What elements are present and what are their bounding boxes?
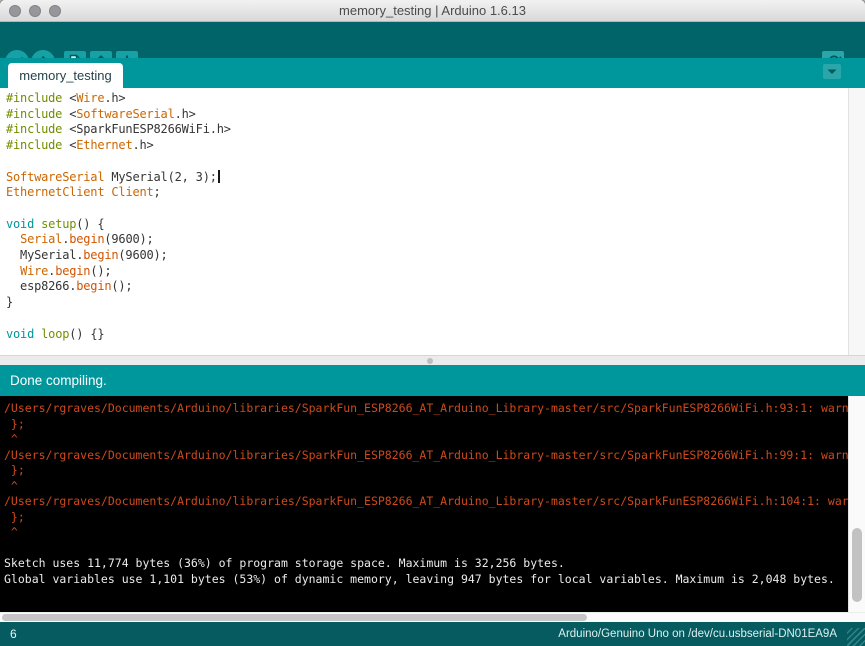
code-line[interactable]: esp8266.begin();: [6, 279, 848, 295]
cursor-line-number: 6: [10, 622, 17, 646]
splitter-handle-icon: [427, 358, 433, 364]
toolbar: [0, 22, 865, 58]
console-output-line: Sketch uses 11,774 bytes (36%) of progra…: [4, 556, 848, 572]
code-line[interactable]: void loop() {}: [6, 327, 848, 343]
code-line[interactable]: #include <Ethernet.h>: [6, 138, 848, 154]
chevron-down-icon: [823, 64, 841, 79]
console-blank-line: [4, 541, 848, 557]
console-warning-line: };: [4, 510, 848, 526]
tab-menu-button[interactable]: [823, 64, 841, 79]
console-warning-line: };: [4, 463, 848, 479]
compile-status-text: Done compiling.: [10, 373, 107, 388]
code-line[interactable]: #include <Wire.h>: [6, 91, 848, 107]
code-line[interactable]: MySerial.begin(9600);: [6, 248, 848, 264]
console-warning-line: ^: [4, 479, 848, 495]
window-title: memory_testing | Arduino 1.6.13: [0, 0, 865, 22]
arduino-ide-window: memory_testing | Arduino 1.6.13: [0, 0, 865, 646]
console-warning-line: ^: [4, 525, 848, 541]
console-horizontal-scrollbar[interactable]: [0, 612, 865, 622]
console-output-line: Global variables use 1,101 bytes (53%) o…: [4, 572, 848, 588]
code-line[interactable]: #include <SoftwareSerial.h>: [6, 107, 848, 123]
code-line[interactable]: Wire.begin();: [6, 264, 848, 280]
status-bar: 6 Arduino/Genuino Uno on /dev/cu.usbseri…: [0, 622, 865, 646]
console-warning-line: /Users/rgraves/Documents/Arduino/librari…: [4, 494, 848, 510]
tab-label: memory_testing: [19, 68, 111, 83]
code-line[interactable]: [6, 201, 848, 217]
text-cursor: [218, 170, 220, 183]
console-warning-line: ^: [4, 432, 848, 448]
code-editor[interactable]: #include <Wire.h>#include <SoftwareSeria…: [0, 88, 848, 355]
resize-grip-icon[interactable]: [847, 628, 865, 646]
code-line[interactable]: EthernetClient Client;: [6, 185, 848, 201]
console-output: /Users/rgraves/Documents/Arduino/librari…: [0, 396, 848, 612]
editor-console-splitter[interactable]: [0, 355, 865, 365]
code-line[interactable]: }: [6, 295, 848, 311]
code-line[interactable]: #include <SparkFunESP8266WiFi.h>: [6, 122, 848, 138]
code-line[interactable]: SoftwareSerial MySerial(2, 3);: [6, 170, 848, 186]
board-port-info: Arduino/Genuino Uno on /dev/cu.usbserial…: [558, 622, 837, 646]
tab-memory-testing[interactable]: memory_testing: [8, 63, 123, 88]
console-warning-line: };: [4, 417, 848, 433]
title-bar[interactable]: memory_testing | Arduino 1.6.13: [0, 0, 865, 22]
tab-bar: memory_testing: [0, 58, 865, 88]
console-vertical-scrollbar[interactable]: [848, 396, 865, 612]
code-line[interactable]: [6, 311, 848, 327]
code-line[interactable]: void setup() {: [6, 217, 848, 233]
code-line[interactable]: Serial.begin(9600);: [6, 232, 848, 248]
code-line[interactable]: [6, 154, 848, 170]
console-scrollbar-thumb[interactable]: [852, 528, 862, 602]
editor-vertical-scrollbar[interactable]: [848, 88, 865, 355]
compile-status-bar: Done compiling.: [0, 365, 865, 396]
horizontal-scrollbar-thumb[interactable]: [2, 614, 587, 621]
console-warning-line: /Users/rgraves/Documents/Arduino/librari…: [4, 401, 848, 417]
console-warning-line: /Users/rgraves/Documents/Arduino/librari…: [4, 448, 848, 464]
